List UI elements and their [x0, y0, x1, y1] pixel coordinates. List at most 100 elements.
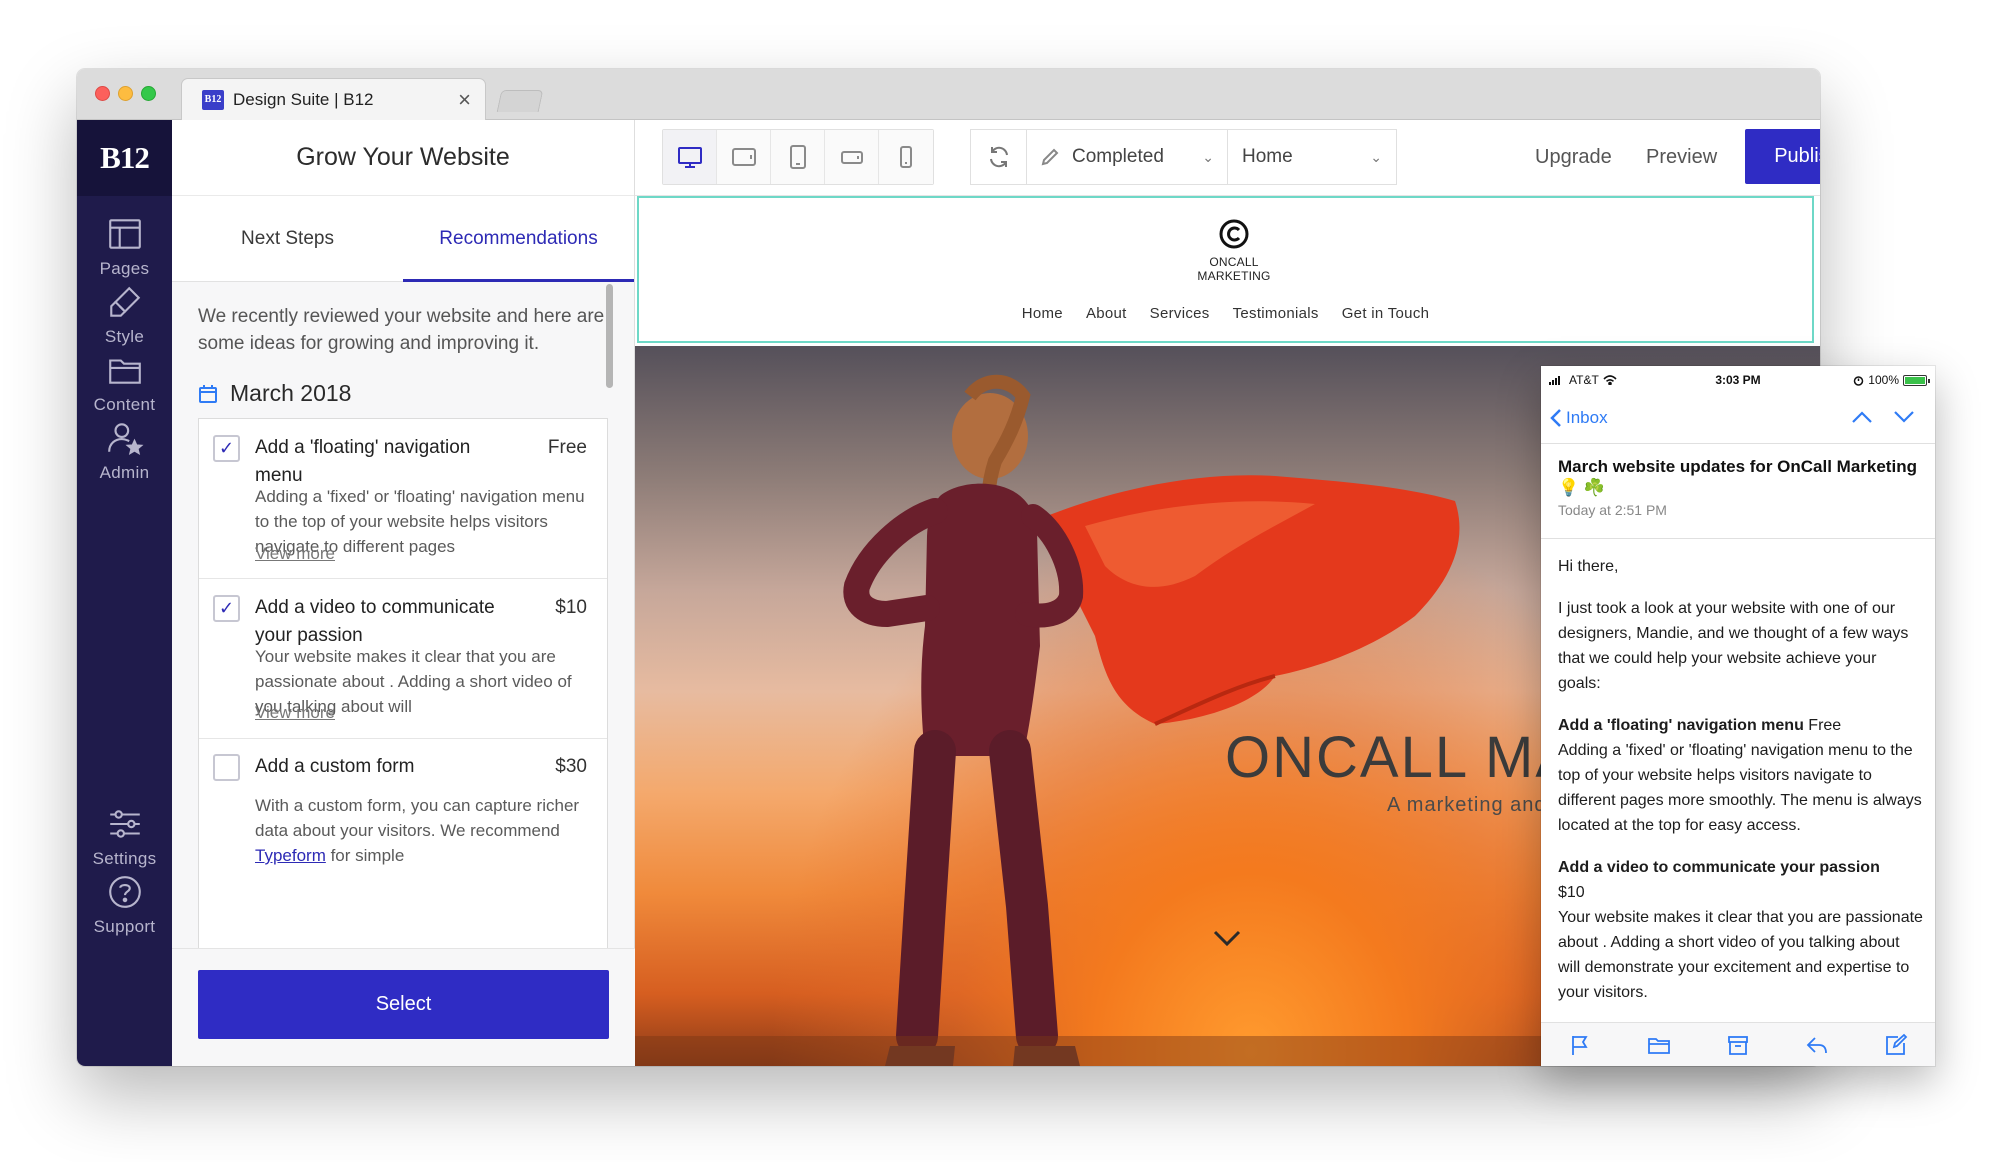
recommendation-list: ✓ Add a 'floating' navigation menu Free … [198, 418, 608, 948]
panel-scrollbar[interactable] [606, 284, 613, 388]
inbox-back-button[interactable]: Inbox [1550, 408, 1608, 428]
publish-button[interactable]: Publish [1745, 129, 1820, 184]
b12-favicon-icon: B12 [202, 89, 224, 110]
hero-title: ONCALL MA [1225, 725, 1577, 790]
tab-recommendations[interactable]: Recommendations [403, 196, 634, 282]
new-tab-button[interactable] [496, 90, 544, 112]
oncall-logo-icon [1219, 219, 1249, 249]
site-nav-services[interactable]: Services [1150, 305, 1210, 322]
typeform-link[interactable]: Typeform [255, 846, 326, 865]
description-text: for simple [325, 846, 405, 865]
scroll-down-icon[interactable] [1213, 929, 1241, 947]
view-more-link[interactable]: View more [255, 544, 335, 564]
wifi-icon [1603, 375, 1617, 385]
mail-item-body: Your website makes it clear that you are… [1558, 909, 1923, 1001]
recommendation-description: With a custom form, you can capture rich… [255, 793, 585, 868]
app-sidebar: B12 Pages Style Content Admin Settings S… [77, 120, 172, 1066]
recommendations-scroll-area[interactable]: We recently reviewed your website and he… [172, 282, 635, 948]
device-tablet-landscape-button[interactable] [717, 130, 771, 184]
device-desktop-button[interactable] [663, 130, 717, 184]
mail-body: Hi there, I just took a look at your web… [1558, 554, 1923, 1022]
close-window-button[interactable] [95, 86, 110, 101]
recommendation-checkbox[interactable]: ✓ [213, 435, 240, 462]
view-more-link[interactable]: View more [255, 703, 335, 723]
signal-icon [1549, 376, 1560, 385]
select-button[interactable]: Select [198, 970, 609, 1039]
close-tab-icon[interactable]: × [458, 88, 471, 111]
carrier-info: AT&T [1549, 373, 1675, 387]
chevron-down-icon: ⌄ [1202, 148, 1214, 165]
archive-icon[interactable] [1726, 1033, 1750, 1057]
site-header-section[interactable]: ONCALL MARKETING Home About Services Tes… [637, 196, 1814, 343]
chevron-down-icon[interactable] [1893, 408, 1915, 426]
description-text: With a custom form, you can capture rich… [255, 796, 580, 840]
preview-link[interactable]: Preview [1646, 146, 1717, 169]
chevron-up-icon[interactable] [1851, 408, 1873, 426]
alarm-icon [1854, 375, 1864, 386]
tablet-portrait-icon [789, 145, 806, 169]
battery-level [1905, 376, 1925, 384]
folder-icon[interactable] [1647, 1033, 1671, 1057]
site-nav-about[interactable]: About [1086, 305, 1127, 322]
recommendation-checkbox[interactable]: ✓ [213, 595, 240, 622]
status-controls: Completed ⌄ Home ⌄ [970, 129, 1397, 185]
sidebar-item-admin[interactable]: Admin [77, 419, 172, 501]
mail-item-title: Add a 'floating' navigation menu [1558, 717, 1804, 734]
recommendation-item[interactable]: Add a custom form $30 With a custom form… [199, 739, 607, 948]
carrier-name: AT&T [1569, 373, 1599, 387]
device-tablet-portrait-button[interactable] [771, 130, 825, 184]
browser-tab[interactable]: B12 Design Suite | B12 × [181, 78, 486, 120]
page-value: Home [1242, 146, 1293, 167]
sliders-icon [109, 810, 140, 838]
mail-item-body: Adding a 'fixed' or 'floating' navigatio… [1558, 742, 1922, 834]
tablet-landscape-icon [731, 148, 756, 166]
sidebar-item-label: Content [93, 395, 156, 414]
status-value: Completed [1072, 146, 1164, 167]
recommendation-item[interactable]: ✓ Add a 'floating' navigation menu Free … [199, 419, 607, 579]
battery-icon [1903, 374, 1930, 386]
mail-item-title: Add a video to communicate your passion [1558, 859, 1880, 876]
recommendation-title: Add a video to communicate your passion [255, 597, 495, 646]
b12-logo[interactable]: B12 [77, 120, 172, 196]
site-nav-get-in-touch[interactable]: Get in Touch [1342, 305, 1430, 322]
device-switcher [662, 129, 934, 185]
site-logo[interactable]: ONCALL MARKETING [1184, 218, 1284, 283]
zoom-window-button[interactable] [141, 86, 156, 101]
panel-footer: Select [172, 948, 635, 1066]
mail-intro: I just took a look at your website with … [1558, 600, 1909, 692]
mail-subject: March website updates for OnCall Marketi… [1558, 457, 1917, 497]
reply-icon[interactable] [1805, 1033, 1829, 1057]
refresh-button[interactable] [971, 130, 1027, 184]
desktop-icon [677, 147, 702, 168]
device-phone-portrait-button[interactable] [879, 130, 933, 184]
sidebar-item-support[interactable]: Support [77, 873, 172, 955]
recommendation-item[interactable]: ✓ Add a video to communicate your passio… [199, 579, 607, 739]
phone-portrait-icon [900, 146, 912, 168]
site-logo-line1: ONCALL [1209, 255, 1259, 269]
intro-text: We recently reviewed your website and he… [198, 306, 605, 354]
site-nav-home[interactable]: Home [1022, 305, 1063, 322]
recommendation-price: $10 [555, 597, 587, 618]
panel-tabs: Next Steps Recommendations [172, 196, 634, 282]
editor-toolbar: Completed ⌄ Home ⌄ Upgrade Preview Publi… [635, 120, 1820, 196]
sidebar-item-label: Pages [99, 259, 150, 278]
page-dropdown[interactable]: Home ⌄ [1228, 130, 1396, 184]
compose-icon[interactable] [1884, 1033, 1908, 1057]
flag-icon[interactable] [1568, 1033, 1592, 1057]
status-dropdown[interactable]: Completed ⌄ [1027, 130, 1228, 184]
panel-title: Grow Your Website [172, 120, 634, 196]
minimize-window-button[interactable] [118, 86, 133, 101]
pencil-icon [1041, 148, 1059, 166]
sidebar-item-label: Style [104, 327, 145, 346]
inbox-label: Inbox [1566, 408, 1608, 427]
recommendation-price: $30 [555, 756, 587, 777]
folder-icon [108, 359, 141, 384]
site-nav-testimonials[interactable]: Testimonials [1233, 305, 1319, 322]
device-phone-landscape-button[interactable] [825, 130, 879, 184]
tab-next-steps[interactable]: Next Steps [172, 196, 403, 281]
month-heading: March 2018 [198, 380, 351, 407]
upgrade-link[interactable]: Upgrade [1535, 146, 1612, 169]
recommendation-checkbox[interactable] [213, 754, 240, 781]
ios-status-bar: AT&T 3:03 PM 100% [1541, 366, 1935, 394]
mail-nav-bar: Inbox [1541, 394, 1935, 444]
